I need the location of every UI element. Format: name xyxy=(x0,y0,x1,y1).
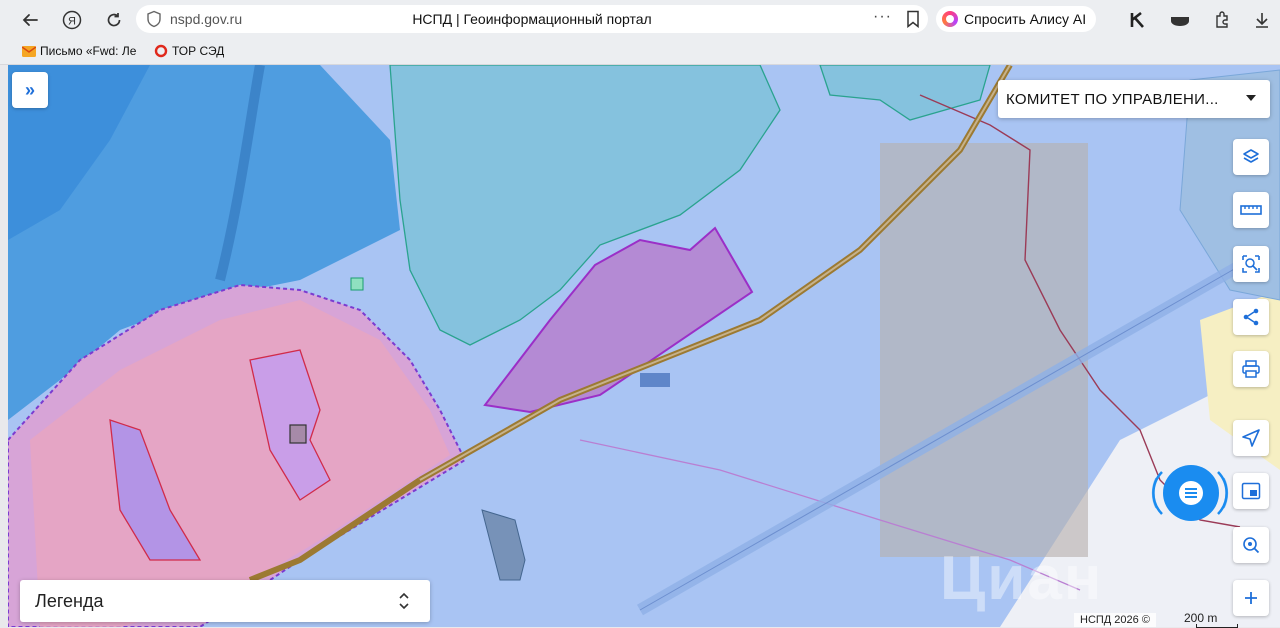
expand-panel-button[interactable]: » xyxy=(12,72,48,108)
yandex-button[interactable]: Я xyxy=(60,8,84,32)
bookmark-tor-sed[interactable]: ТОР СЭД xyxy=(154,44,224,58)
legend-panel[interactable]: Легенда xyxy=(20,580,430,622)
watermark: Циан xyxy=(940,544,1104,613)
chat-widget[interactable] xyxy=(1148,460,1232,526)
address-bar[interactable]: nspd.gov.ru НСПД | Геоинформационный пор… xyxy=(136,5,928,33)
area-select-icon xyxy=(1242,255,1260,273)
circle-icon xyxy=(154,44,168,58)
download-icon xyxy=(1256,13,1268,28)
print-icon xyxy=(1242,360,1260,378)
svg-text:Я: Я xyxy=(68,16,76,28)
bookmark-icon[interactable] xyxy=(906,10,920,28)
search-point-button[interactable] xyxy=(1233,527,1269,563)
extension-k-button[interactable] xyxy=(1126,8,1150,32)
bookmark-label: Письмо «Fwd: Ле xyxy=(40,44,137,58)
minimap-button[interactable] xyxy=(1233,473,1269,509)
zoom-in-icon xyxy=(1245,592,1257,604)
page-title: НСПД | Геоинформационный портал xyxy=(412,11,652,27)
extensions-button[interactable] xyxy=(1210,8,1234,32)
extensions-icon xyxy=(1216,11,1228,28)
layer-select-dropdown[interactable]: КОМИТЕТ ПО УПРАВЛЕНИ... xyxy=(998,80,1270,118)
arrow-left-icon xyxy=(22,14,38,26)
bookmark-label: ТОР СЭД xyxy=(172,44,225,58)
bookmark-mail[interactable]: Письмо «Fwd: Ле xyxy=(22,44,142,58)
layers-button[interactable] xyxy=(1233,139,1269,175)
print-button[interactable] xyxy=(1233,351,1269,387)
zoom-in-button[interactable] xyxy=(1233,580,1269,616)
ask-alice-button[interactable]: Спросить Алису AI xyxy=(936,6,1097,32)
yandex-logo-icon: Я xyxy=(62,10,82,30)
share-icon xyxy=(1243,308,1259,326)
alice-label: Спросить Алису AI xyxy=(964,11,1087,27)
layer-select-value: КОМИТЕТ ПО УПРАВЛЕНИ... xyxy=(1006,91,1219,108)
map-canvas[interactable]: Циан xyxy=(8,65,1280,627)
chevron-updown-icon xyxy=(399,592,409,610)
browser-toolbar: Я nspd.gov.ru НСПД | Геоинформационный п… xyxy=(0,0,1280,40)
reload-icon xyxy=(107,13,121,27)
locate-button[interactable] xyxy=(1233,420,1269,456)
share-button[interactable] xyxy=(1233,299,1269,335)
ruler-button[interactable] xyxy=(1233,192,1269,228)
extension-k-icon xyxy=(1130,11,1144,28)
label-tag xyxy=(640,373,670,387)
more-icon[interactable]: ··· xyxy=(873,8,892,26)
area-select-button[interactable] xyxy=(1233,246,1269,282)
chevron-down-icon xyxy=(1246,95,1256,101)
marker xyxy=(350,277,364,291)
map-attribution: НСПД 2026 © xyxy=(1074,613,1156,627)
back-button[interactable] xyxy=(18,8,42,32)
reload-button[interactable] xyxy=(102,8,126,32)
ruler-icon xyxy=(1240,205,1262,215)
selection-overlay xyxy=(880,143,1088,557)
legend-title: Легенда xyxy=(35,591,104,611)
scale-label: 200 m xyxy=(1184,611,1218,625)
locate-icon xyxy=(1242,429,1260,447)
download-button[interactable] xyxy=(1250,8,1274,32)
alice-icon xyxy=(942,11,958,27)
chat-icon xyxy=(1179,481,1203,505)
mail-icon xyxy=(22,45,36,57)
scale-bar xyxy=(1196,624,1238,628)
vpn-icon xyxy=(1171,17,1189,26)
bookmarks-bar: Письмо «Fwd: Ле ТОР СЭД xyxy=(0,40,1280,65)
vpn-button[interactable] xyxy=(1168,8,1192,32)
layers-icon xyxy=(1243,149,1259,163)
search-point-icon xyxy=(1243,537,1260,554)
minimap-icon xyxy=(1241,482,1261,500)
building xyxy=(289,424,307,444)
chat-button[interactable] xyxy=(1163,465,1219,521)
